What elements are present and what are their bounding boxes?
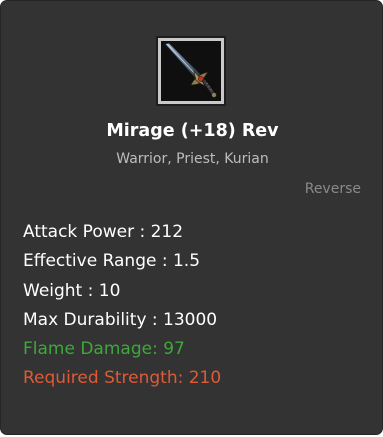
stat-max-durability: Max Durability : 13000 (23, 309, 218, 330)
stat-attack-power: Attack Power : 212 (23, 222, 184, 242)
reverse-label: Reverse (304, 181, 361, 197)
item-classes: Warrior, Priest, Kurian (116, 151, 269, 167)
stat-flame-damage: Flame Damage: 97 (23, 339, 185, 360)
stat-required-strength: Required Strength: 210 (23, 368, 222, 389)
stat-weight: Weight : 10 (23, 280, 121, 301)
item-icon-frame (156, 36, 226, 106)
stat-effective-range: Effective Range : 1.5 (23, 251, 201, 272)
stats-list: Attack Power : 212 Effective Range : 1.5… (23, 218, 221, 394)
item-name: Mirage (+18) Rev (106, 121, 279, 141)
sword-icon (161, 41, 221, 101)
item-tooltip: Mirage (+18) Rev Warrior, Priest, Kurian… (0, 0, 383, 435)
